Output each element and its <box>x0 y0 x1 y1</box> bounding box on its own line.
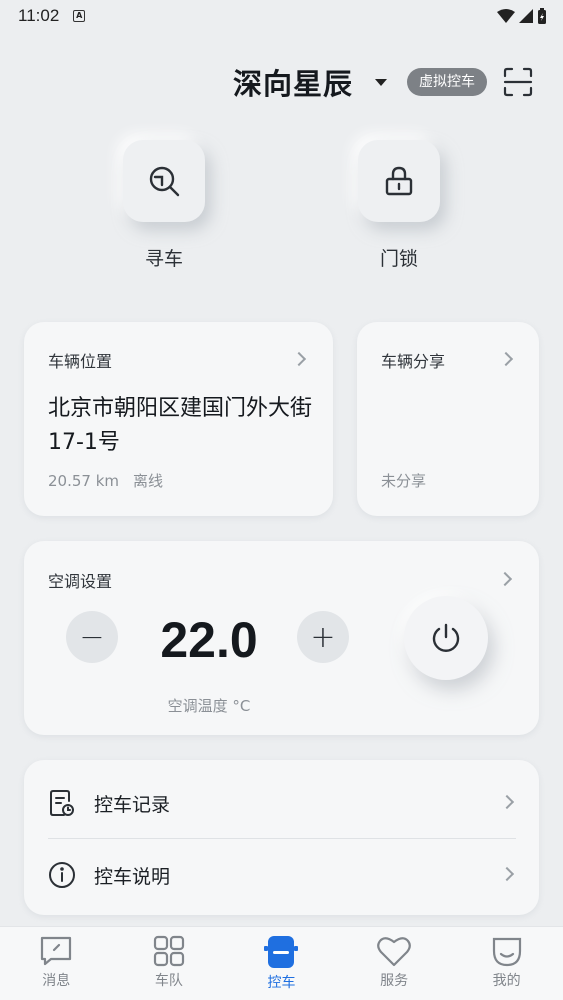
location-meta: 20.57 km 离线 <box>48 470 163 491</box>
temp-increase-button[interactable]: + <box>297 611 349 663</box>
ac-power-button[interactable] <box>404 596 488 680</box>
car-control-icon <box>264 936 299 968</box>
status-icons <box>497 8 547 24</box>
fleet-icon <box>153 935 184 967</box>
profile-icon <box>492 937 521 967</box>
record-icon <box>50 790 74 816</box>
door-lock-label: 门锁 <box>379 248 418 270</box>
find-car-button[interactable] <box>123 140 205 222</box>
nav-label-fleet: 车队 <box>154 973 183 989</box>
status-time: 11:02 <box>18 6 60 25</box>
quick-action-find-car[interactable]: 寻车 <box>114 140 214 271</box>
nav-label-messages: 消息 <box>42 973 71 989</box>
share-status: 未分享 <box>381 472 427 490</box>
nav-label-car-control: 控车 <box>267 975 296 991</box>
nav-item-service[interactable]: 服务 <box>338 927 451 1000</box>
chevron-right-icon <box>499 866 515 882</box>
location-status: 离线 <box>133 472 164 490</box>
control-records-label: 控车记录 <box>94 793 171 816</box>
nav-item-car-control[interactable]: 控车 <box>225 927 338 1000</box>
chevron-right-icon <box>498 351 514 367</box>
nav-label-service: 服务 <box>380 973 409 989</box>
info-icon <box>49 862 75 888</box>
scan-icon[interactable] <box>503 67 533 97</box>
message-icon <box>41 936 72 966</box>
list-item-control-instructions[interactable]: 控车说明 <box>48 839 516 911</box>
chevron-right-icon <box>291 351 307 367</box>
ac-settings-card: 空调设置 − 22.0 + 空调温度 °C <box>24 541 539 735</box>
nav-label-profile: 我的 <box>492 973 521 989</box>
power-icon <box>432 623 460 652</box>
signal-icon <box>519 9 533 23</box>
list-item-control-records[interactable]: 控车记录 <box>48 767 516 839</box>
find-car-icon <box>149 166 180 197</box>
vehicle-location-card[interactable]: 车辆位置 北京市朝阳区建国门外大街17-1号 20.57 km 离线 <box>24 322 333 516</box>
ac-temperature-caption: 空调温度 °C <box>167 697 251 715</box>
control-instructions-label: 控车说明 <box>94 865 171 888</box>
bottom-nav: 消息 车队 控车 服务 我的 <box>0 926 563 1000</box>
vehicle-share-card[interactable]: 车辆分享 未分享 <box>357 322 539 516</box>
wifi-icon <box>497 9 515 23</box>
find-car-label: 寻车 <box>144 248 183 270</box>
nav-item-profile[interactable]: 我的 <box>450 927 563 1000</box>
header: 深向星辰 虚拟控车 <box>233 58 533 106</box>
door-lock-button[interactable] <box>358 140 440 222</box>
nav-item-messages[interactable]: 消息 <box>0 927 113 1000</box>
heart-icon <box>377 937 411 967</box>
status-bar: 11:02 A <box>0 0 563 32</box>
control-list-card: 控车记录 控车说明 <box>24 760 539 915</box>
chevron-right-icon[interactable] <box>497 571 513 587</box>
location-address: 北京市朝阳区建国门外大街17-1号 <box>48 396 313 455</box>
vehicle-name[interactable]: 深向星辰 <box>233 61 353 103</box>
temp-decrease-button[interactable]: − <box>66 611 118 663</box>
lock-icon <box>385 166 413 196</box>
ac-title: 空调设置 <box>48 572 113 591</box>
quick-action-door-lock[interactable]: 门锁 <box>349 140 449 271</box>
battery-icon <box>538 8 546 24</box>
chevron-right-icon <box>499 794 515 810</box>
virtual-control-badge: 虚拟控车 <box>407 68 487 96</box>
location-distance: 20.57 km <box>48 472 120 490</box>
chevron-down-icon[interactable] <box>375 78 387 86</box>
notification-a-icon: A <box>73 10 86 22</box>
nav-item-fleet[interactable]: 车队 <box>113 927 226 1000</box>
location-title: 车辆位置 <box>48 352 113 371</box>
share-title: 车辆分享 <box>381 352 446 371</box>
ac-temperature: 22.0 <box>160 612 258 668</box>
